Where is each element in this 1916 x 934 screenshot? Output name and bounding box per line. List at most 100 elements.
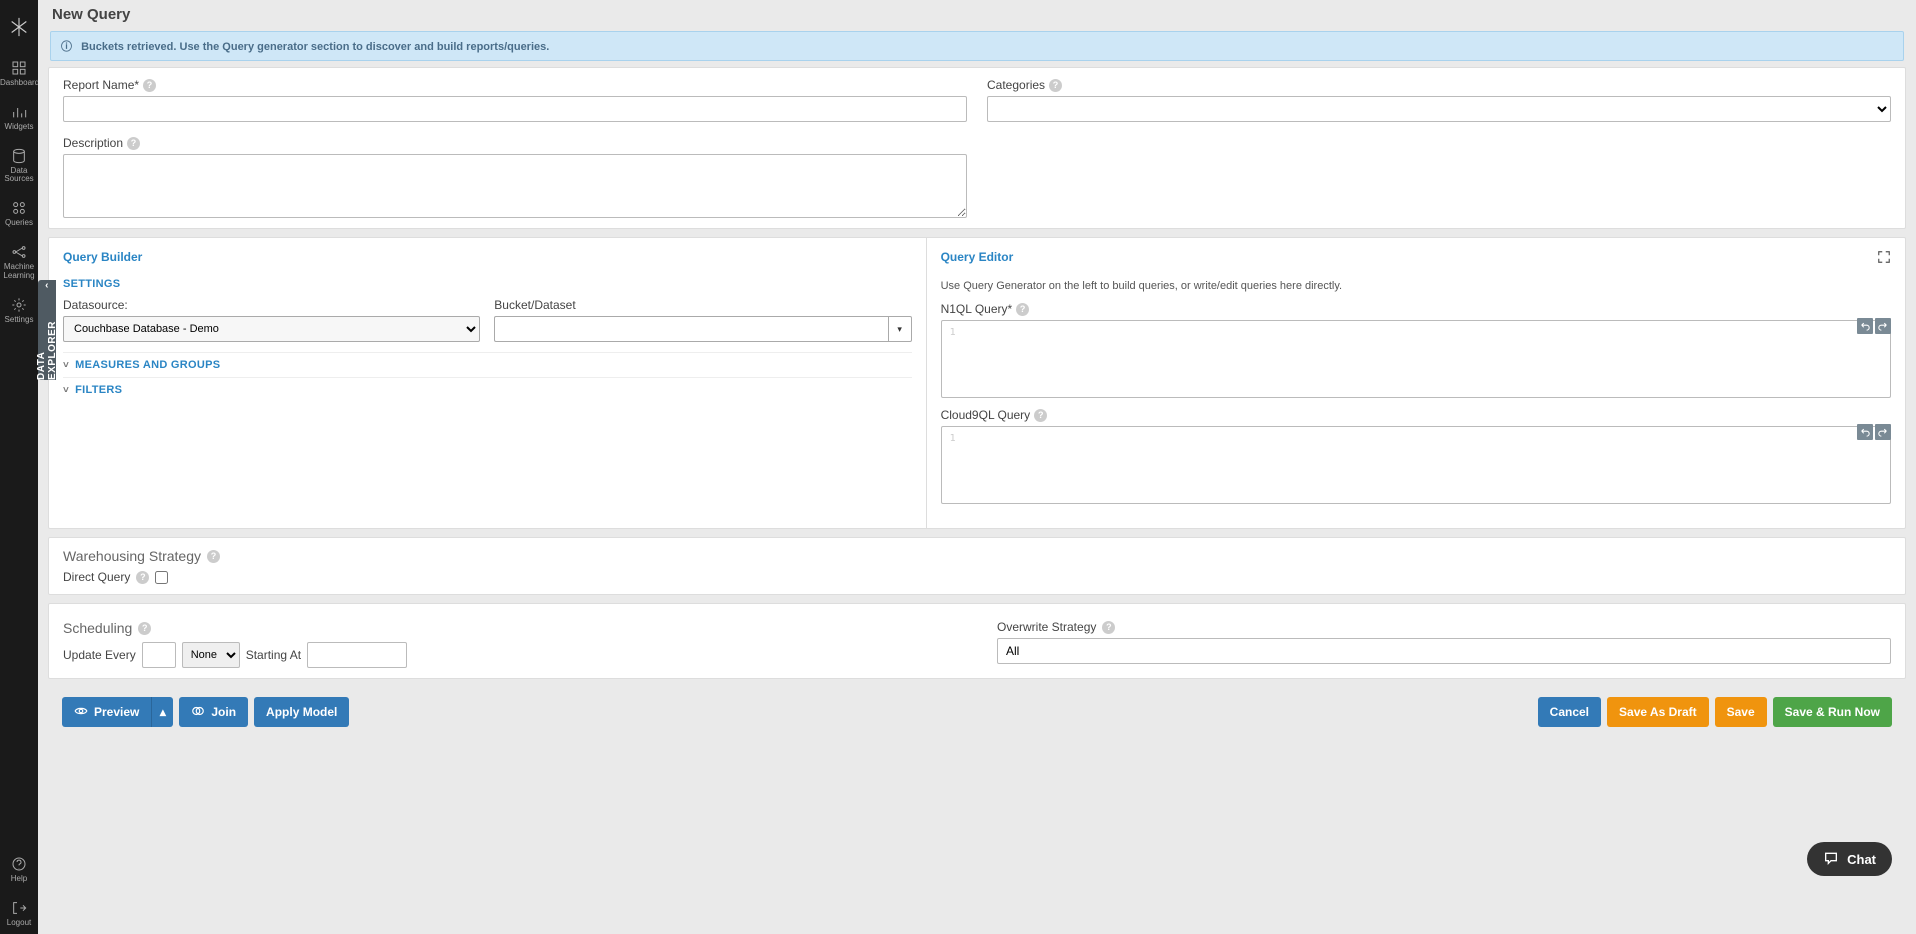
- sidebar-item-queries[interactable]: Queries: [0, 190, 38, 234]
- n1ql-label: N1QL Query*: [941, 302, 1013, 316]
- caret-down-icon: ▾: [897, 324, 902, 335]
- help-icon[interactable]: ?: [143, 79, 156, 92]
- help-icon[interactable]: ?: [207, 550, 220, 563]
- grid-icon: [9, 60, 29, 76]
- sidebar-label: Settings: [5, 315, 34, 324]
- sidebar-item-datasources[interactable]: Data Sources: [0, 138, 38, 191]
- categories-select[interactable]: [987, 96, 1891, 122]
- save-draft-button[interactable]: Save As Draft: [1607, 697, 1709, 727]
- action-bar: Preview ▴ Join Apply Model: [48, 687, 1906, 737]
- eye-icon: [74, 704, 88, 721]
- apply-model-button[interactable]: Apply Model: [254, 697, 349, 727]
- c9-label: Cloud9QL Query: [941, 408, 1031, 422]
- sidebar-label: Machine Learning: [3, 262, 34, 280]
- sidebar-item-settings[interactable]: Settings: [0, 287, 38, 331]
- starting-at-input[interactable]: [307, 642, 407, 668]
- query-editor-header: Query Editor: [941, 250, 1014, 264]
- caret-up-icon: ▴: [160, 705, 166, 719]
- cancel-button[interactable]: Cancel: [1538, 697, 1601, 727]
- bucket-dropdown-button[interactable]: ▾: [888, 316, 912, 342]
- info-banner: ⓘ Buckets retrieved. Use the Query gener…: [50, 31, 1904, 61]
- help-icon[interactable]: ?: [136, 571, 149, 584]
- starting-at-label: Starting At: [246, 648, 301, 662]
- query-builder-pane: Query Builder SETTINGS Datasource: Couch…: [49, 238, 927, 528]
- filters-toggle[interactable]: ˅ FILTERS: [63, 377, 912, 402]
- report-name-label: Report Name* ?: [63, 78, 967, 92]
- chevron-down-icon: ˅: [63, 385, 69, 396]
- sidebar-label: Logout: [7, 918, 31, 927]
- bar-chart-icon: [9, 104, 29, 120]
- redo-button[interactable]: [1875, 424, 1891, 440]
- expand-icon[interactable]: [1877, 250, 1891, 264]
- redo-button[interactable]: [1875, 318, 1891, 334]
- overwrite-strategy-input[interactable]: [997, 638, 1891, 664]
- layers-icon: [9, 200, 29, 216]
- database-icon: [9, 148, 29, 164]
- categories-label: Categories ?: [987, 78, 1891, 92]
- editor-hint: Use Query Generator on the left to build…: [941, 280, 1891, 292]
- n1ql-editor[interactable]: 1: [941, 320, 1891, 398]
- datasource-select[interactable]: Couchbase Database - Demo: [63, 316, 480, 342]
- data-explorer-label: DATA EXPLORER: [36, 295, 58, 380]
- report-meta-panel: Report Name* ? Categories ?: [48, 67, 1906, 229]
- update-every-label: Update Every: [63, 648, 136, 662]
- description-textarea[interactable]: [63, 154, 967, 218]
- query-editor-pane: Query Editor Use Query Generator on the …: [927, 238, 1905, 528]
- app-sidebar: Dashboards Widgets Data Sources Queries …: [0, 0, 38, 934]
- logout-icon: [9, 900, 29, 916]
- chevron-down-icon: ˅: [63, 360, 69, 371]
- save-button[interactable]: Save: [1715, 697, 1767, 727]
- bucket-input[interactable]: [494, 316, 887, 342]
- join-icon: [191, 704, 205, 721]
- chat-widget[interactable]: Chat: [1807, 842, 1892, 876]
- filters-label: FILTERS: [75, 384, 122, 396]
- measures-label: MEASURES AND GROUPS: [75, 359, 220, 371]
- preview-button[interactable]: Preview: [62, 697, 151, 727]
- report-name-input[interactable]: [63, 96, 967, 122]
- chat-label: Chat: [1847, 852, 1876, 867]
- sidebar-item-widgets[interactable]: Widgets: [0, 94, 38, 138]
- data-explorer-tab[interactable]: DATA EXPLORER ‹: [38, 280, 56, 380]
- undo-button[interactable]: [1857, 318, 1873, 334]
- help-icon[interactable]: ?: [1034, 409, 1047, 422]
- info-icon: ⓘ: [61, 41, 72, 53]
- save-run-button[interactable]: Save & Run Now: [1773, 697, 1892, 727]
- preview-dropdown[interactable]: ▴: [151, 697, 173, 727]
- c9-editor[interactable]: 1: [941, 426, 1891, 504]
- warehousing-heading: Warehousing Strategy: [63, 548, 201, 564]
- help-icon[interactable]: ?: [1049, 79, 1062, 92]
- bucket-label: Bucket/Dataset: [494, 298, 911, 312]
- direct-query-checkbox[interactable]: [155, 571, 168, 584]
- scheduling-panel: Scheduling ? Update Every None Starting …: [48, 603, 1906, 679]
- query-panel: Query Builder SETTINGS Datasource: Couch…: [48, 237, 1906, 529]
- sidebar-item-help[interactable]: Help: [0, 846, 38, 890]
- chevron-left-icon: ‹: [45, 280, 49, 291]
- description-label: Description ?: [63, 136, 967, 150]
- gear-icon: [9, 297, 29, 313]
- overwrite-label: Overwrite Strategy: [997, 620, 1096, 634]
- chat-icon: [1823, 850, 1839, 869]
- help-icon[interactable]: ?: [127, 137, 140, 150]
- update-unit-select[interactable]: None: [182, 642, 240, 668]
- join-button[interactable]: Join: [179, 697, 248, 727]
- sidebar-label: Widgets: [5, 122, 34, 131]
- sidebar-item-logout[interactable]: Logout: [0, 890, 38, 934]
- help-icon[interactable]: ?: [1102, 621, 1115, 634]
- warehousing-panel: Warehousing Strategy ? Direct Query ?: [48, 537, 1906, 595]
- help-icon[interactable]: ?: [138, 622, 151, 635]
- settings-heading: SETTINGS: [63, 274, 912, 294]
- sidebar-label: Dashboards: [0, 78, 43, 87]
- undo-button[interactable]: [1857, 424, 1873, 440]
- info-banner-text: Buckets retrieved. Use the Query generat…: [81, 41, 549, 53]
- direct-query-label: Direct Query: [63, 570, 130, 584]
- sidebar-item-dashboards[interactable]: Dashboards: [0, 50, 38, 94]
- help-icon[interactable]: ?: [1016, 303, 1029, 316]
- sidebar-label: Help: [11, 874, 27, 883]
- sidebar-label: Data Sources: [4, 166, 33, 184]
- update-every-input[interactable]: [142, 642, 176, 668]
- app-logo: [8, 16, 30, 38]
- sidebar-item-ml[interactable]: Machine Learning: [0, 234, 38, 287]
- measures-groups-toggle[interactable]: ˅ MEASURES AND GROUPS: [63, 352, 912, 377]
- page-title: New Query: [38, 0, 1916, 29]
- help-icon: [9, 856, 29, 872]
